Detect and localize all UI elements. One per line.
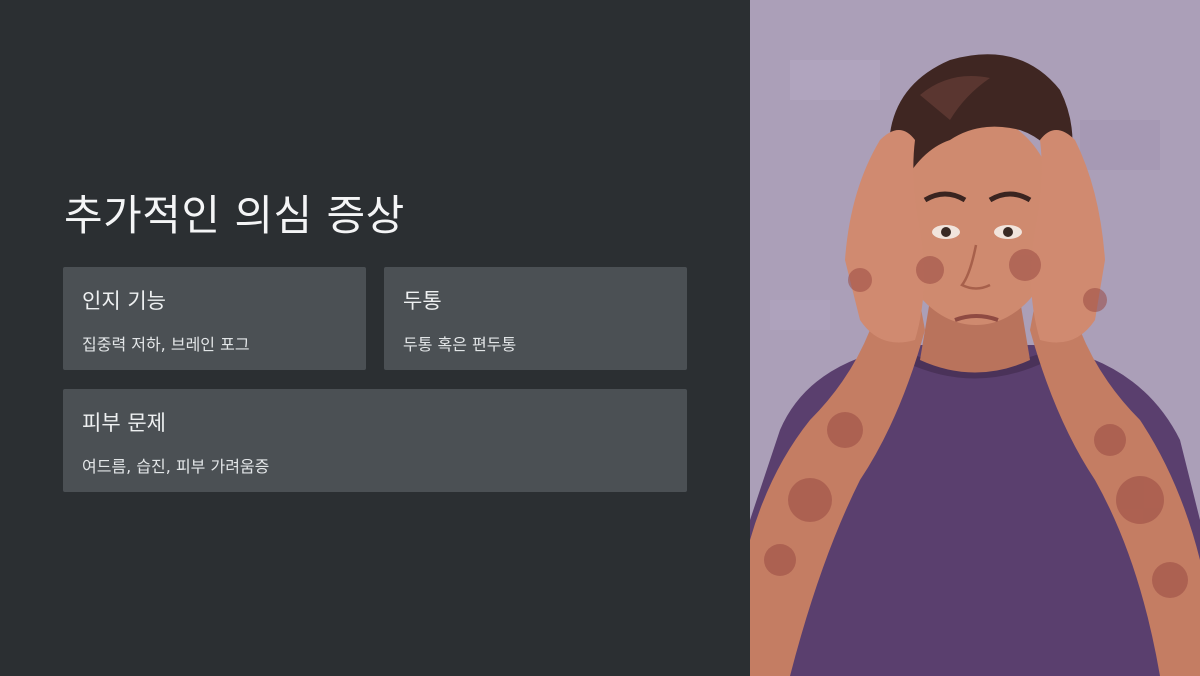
symptom-card-headache: 두통 두통 혹은 편두통 [384, 267, 687, 370]
content-panel: 추가적인 의심 증상 인지 기능 집중력 저하, 브레인 포그 두통 두통 혹은… [0, 0, 750, 676]
card-description: 두통 혹은 편두통 [403, 335, 517, 354]
card-title: 피부 문제 [82, 411, 166, 435]
card-title: 두통 [403, 289, 442, 313]
illustration-panel [750, 0, 1200, 676]
slide-title: 추가적인 의심 증상 [64, 191, 405, 240]
card-description: 여드름, 습진, 피부 가려움증 [82, 457, 270, 476]
distressed-man-illustration [750, 0, 1200, 676]
symptom-card-cognition: 인지 기능 집중력 저하, 브레인 포그 [63, 267, 366, 370]
card-description: 집중력 저하, 브레인 포그 [82, 335, 250, 354]
symptom-card-skin: 피부 문제 여드름, 습진, 피부 가려움증 [63, 389, 687, 492]
card-title: 인지 기능 [82, 289, 166, 313]
